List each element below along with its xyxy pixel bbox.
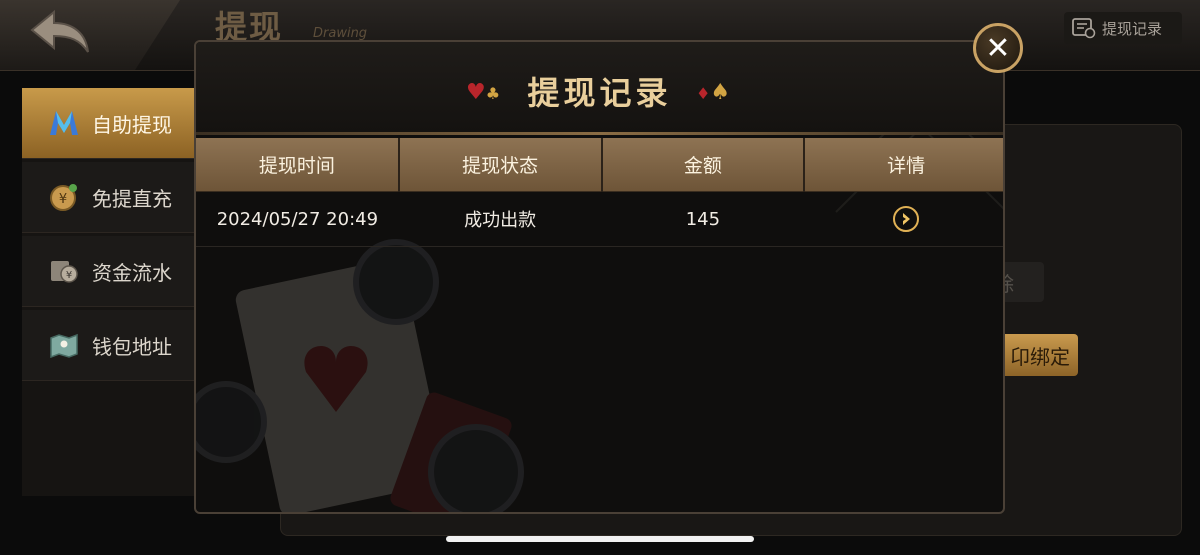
withdraw-records-modal: ♥♣ 提现记录 ♦♠ 提现时间 提现状态 金额 详情 2024/05/27 20… [194,40,1005,514]
close-icon: ✕ [985,30,1011,66]
header-divider [196,132,1003,135]
map-icon [48,329,80,361]
m-logo-icon [48,107,80,139]
close-button[interactable]: ✕ [973,23,1023,73]
page-subtitle: Drawing [313,26,368,41]
svg-text:¥: ¥ [66,270,72,281]
cell-status: 成功出款 [398,191,602,247]
sidebar-item-label: 免提直充 [92,186,172,211]
sidebar-item-wallet-address[interactable]: 钱包地址 [22,310,197,381]
table-header-row: 提现时间 提现状态 金额 详情 [196,138,1003,192]
coin-icon: ¥ [48,181,80,213]
wallet-icon: ¥ [48,255,80,287]
diamond-spade-icon: ♦♠ [696,80,731,105]
sidebar: 自助提现 ¥ 免提直充 ¥ 资金流水 钱包地址 [22,88,197,496]
records-link-label: 提现记录 [1102,19,1163,38]
sidebar-item-label: 自助提现 [92,112,172,137]
home-indicator [446,536,754,542]
cell-time: 2024/05/27 20:49 [196,191,399,247]
detail-button[interactable] [892,206,919,232]
table-row: 2024/05/27 20:49 成功出款 145 [196,191,1003,247]
sidebar-item-direct-recharge[interactable]: ¥ 免提直充 [22,162,197,233]
cell-detail [804,191,1003,247]
arrow-right-circle-icon [902,213,910,225]
svg-text:¥: ¥ [59,192,67,207]
back-button[interactable] [26,8,96,58]
sidebar-item-label: 钱包地址 [92,334,172,359]
back-arrow-icon [30,9,89,53]
cell-amount: 145 [601,191,805,247]
column-header-detail: 详情 [804,138,1003,192]
modal-title: 提现记录 [527,74,672,112]
column-header-time: 提现时间 [196,138,400,192]
records-table: 提现时间 提现状态 金额 详情 2024/05/27 20:49 成功出款 14… [196,138,1003,247]
sidebar-item-self-withdraw[interactable]: 自助提现 [22,88,197,159]
sidebar-item-label: 资金流水 [92,260,172,285]
column-header-amount: 金额 [601,138,806,192]
records-icon [1072,18,1096,39]
withdraw-records-button[interactable]: 提现记录 [1064,12,1182,44]
sidebar-item-fund-flow[interactable]: ¥ 资金流水 [22,236,197,307]
column-header-status: 提现状态 [398,138,603,192]
